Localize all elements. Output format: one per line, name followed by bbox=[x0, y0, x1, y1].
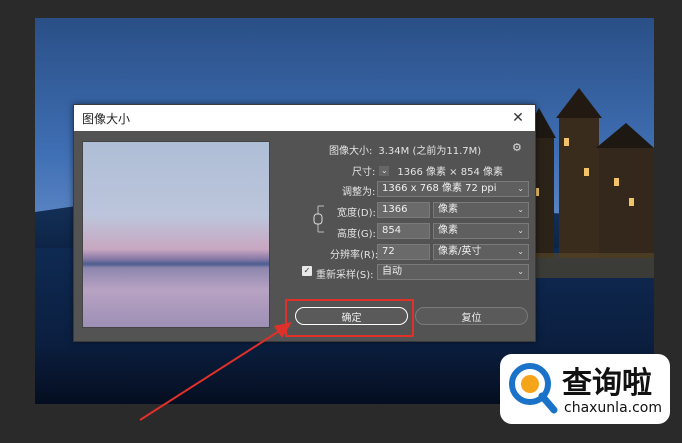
watermark-brand: 查询啦 bbox=[562, 366, 652, 401]
magnifier-logo-icon bbox=[509, 363, 558, 414]
watermark-url: chaxunla.com bbox=[564, 400, 662, 416]
watermark-logo: 查询啦 chaxunla.com bbox=[500, 354, 670, 424]
